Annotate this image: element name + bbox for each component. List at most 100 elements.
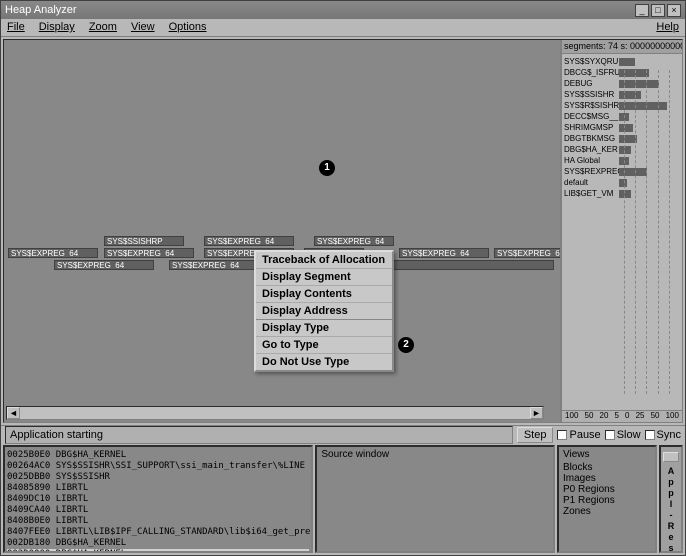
main-area: 1 SYS$SSISHRPSYS$EXPREG_64SYS$EXPREG_64S… bbox=[3, 39, 683, 423]
ctx-traceback[interactable]: Traceback of Allocation bbox=[256, 252, 392, 269]
view-item[interactable]: Blocks bbox=[563, 462, 651, 473]
vertical-tab-letter: - bbox=[670, 510, 673, 520]
traceback-row[interactable]: 8409CA40 LIBRTL bbox=[7, 505, 309, 516]
segment-label: SYS$SYXQRU bbox=[564, 57, 619, 66]
tab-btn-1[interactable] bbox=[663, 452, 679, 462]
slow-label: Slow bbox=[617, 429, 641, 441]
scale-tick: 50 bbox=[651, 411, 660, 422]
segment-label: DEBUG bbox=[564, 79, 619, 88]
heap-block[interactable]: SYS$EXPREG_64 bbox=[54, 260, 154, 270]
view-item[interactable]: Images bbox=[563, 473, 651, 484]
vertical-tab-letter: R bbox=[668, 521, 675, 531]
vertical-tab-letter: A bbox=[668, 466, 675, 476]
heap-canvas[interactable]: 1 SYS$SSISHRP SYS$EXPREG_64 SYS$EXPREG_64 S… bbox=[4, 40, 562, 422]
segments-scale: 1005020502550100 bbox=[562, 410, 682, 422]
ctx-go-to-type[interactable]: Go to Type 2 bbox=[256, 337, 392, 354]
segment-label: SYS$R$SISHRP bbox=[564, 101, 619, 110]
scale-tick: 0 bbox=[625, 411, 629, 422]
scroll-left-icon[interactable]: ◄ bbox=[7, 407, 20, 419]
scale-tick: 5 bbox=[615, 411, 619, 422]
ctx-display-type[interactable]: Display Type bbox=[256, 320, 392, 337]
ctx-display-segment[interactable]: Display Segment bbox=[256, 269, 392, 286]
segment-label: HA Global bbox=[564, 156, 619, 165]
segments-count: segments: 74 bbox=[564, 41, 618, 51]
segment-bar bbox=[619, 58, 635, 66]
segment-label: DECC$MSG__ bbox=[564, 112, 619, 121]
scale-tick: 100 bbox=[565, 411, 578, 422]
segment-label: SYS$REXPREG bbox=[564, 167, 619, 176]
heap-block[interactable]: SYS$EXPREG_64 bbox=[314, 236, 394, 246]
scale-tick: 25 bbox=[636, 411, 645, 422]
canvas-horizontal-scrollbar[interactable]: ◄ ► bbox=[6, 406, 544, 420]
segments-list[interactable]: SYS$SYXQRU DBCG$_ISFRU DEBUG SYS$SSISHR SYS$… bbox=[562, 54, 682, 410]
menubar: File Display Zoom View Options Help bbox=[1, 19, 685, 37]
vertical-tab-letter: s bbox=[668, 543, 673, 553]
context-menu: Traceback of Allocation Display Segment … bbox=[254, 250, 394, 372]
status-text: Application starting bbox=[5, 426, 513, 444]
callout-one: 1 bbox=[319, 160, 335, 176]
view-item[interactable]: P0 Regions bbox=[563, 484, 651, 495]
main-window: Heap Analyzer _ □ × File Display Zoom Vi… bbox=[0, 0, 686, 556]
close-button[interactable]: × bbox=[667, 4, 681, 17]
menu-file[interactable]: File bbox=[7, 21, 25, 34]
traceback-row[interactable]: 002D0000 DBG$HA_KERNEL bbox=[7, 549, 309, 553]
step-button[interactable]: Step bbox=[517, 427, 554, 443]
menu-options[interactable]: Options bbox=[169, 21, 207, 34]
segment-row[interactable]: SYS$SYXQRU bbox=[564, 56, 680, 67]
source-header: Source window bbox=[317, 447, 553, 462]
segment-label: DBGTBKMSG bbox=[564, 134, 619, 143]
traceback-row[interactable]: 002DB180 DBG$HA_KERNEL bbox=[7, 538, 309, 549]
views-title: Views bbox=[563, 449, 651, 460]
minimize-button[interactable]: _ bbox=[635, 4, 649, 17]
ctx-display-address[interactable]: Display Address bbox=[256, 303, 392, 320]
heap-block[interactable]: SYS$EXPREG_64 bbox=[399, 248, 489, 258]
views-pane[interactable]: Views BlocksImagesP0 RegionsP1 RegionsZo… bbox=[557, 445, 657, 553]
slow-checkbox[interactable]: Slow bbox=[605, 429, 641, 441]
segment-label: DBG$HA_KER bbox=[564, 145, 619, 154]
status-row: Application starting Step Pause Slow Syn… bbox=[1, 425, 685, 443]
traceback-row[interactable]: 8407FEE0 LIBRTL\LIB$IPF_CALLING_STANDARD… bbox=[7, 527, 309, 538]
ctx-go-to-type-label: Go to Type bbox=[262, 339, 319, 351]
scale-tick: 100 bbox=[666, 411, 679, 422]
segment-label: SYS$SSISHR bbox=[564, 90, 619, 99]
view-item[interactable]: P1 Regions bbox=[563, 495, 651, 506]
scroll-right-icon[interactable]: ► bbox=[530, 407, 543, 419]
menu-zoom[interactable]: Zoom bbox=[89, 21, 117, 34]
traceback-row[interactable]: 84085890 LIBRTL bbox=[7, 483, 309, 494]
callout-two: 2 bbox=[398, 337, 414, 353]
traceback-row[interactable]: 0025DBB0 SYS$SSISHR bbox=[7, 472, 309, 483]
traceback-row[interactable]: 8409DC10 LIBRTL bbox=[7, 494, 309, 505]
menu-help[interactable]: Help bbox=[656, 21, 679, 34]
sync-label: Sync bbox=[657, 429, 681, 441]
heap-block[interactable]: SYS$SSISHRP bbox=[104, 236, 184, 246]
segment-label: SHRIMGMSP bbox=[564, 123, 619, 132]
segments-header: segments: 74 s: 0000000000050B100 bbox=[562, 40, 682, 54]
traceback-row[interactable]: 8408B0E0 LIBRTL bbox=[7, 516, 309, 527]
heap-block[interactable]: SYS$EXPREG_64 bbox=[494, 248, 562, 258]
traceback-row[interactable]: 00264AC0 SYS$SSISHR\SSI_SUPPORT\ssi_main… bbox=[7, 461, 309, 472]
vertical-tab-letter: p bbox=[668, 477, 674, 487]
scale-tick: 50 bbox=[585, 411, 594, 422]
view-item[interactable]: Zones bbox=[563, 506, 651, 517]
traceback-rows[interactable]: 0025B0E0 DBG$HA_KERNEL00264AC0 SYS$SSISH… bbox=[5, 449, 311, 553]
menu-view[interactable]: View bbox=[131, 21, 155, 34]
traceback-row[interactable]: 0025B0E0 DBG$HA_KERNEL bbox=[7, 450, 309, 461]
menu-display[interactable]: Display bbox=[39, 21, 75, 34]
window-title: Heap Analyzer bbox=[5, 4, 77, 16]
traceback-pane[interactable]: Traceback: 5: 000000008032600-00000040-0… bbox=[3, 445, 313, 553]
heap-block[interactable]: SYS$EXPREG_64 bbox=[8, 248, 98, 258]
segment-label: DBCG$_ISFRU bbox=[564, 68, 619, 77]
vertical-tab-letter: l bbox=[670, 499, 673, 509]
ctx-do-not-use-type[interactable]: Do Not Use Type bbox=[256, 354, 392, 370]
vertical-tab-letter: p bbox=[668, 488, 674, 498]
heap-block[interactable]: SYS$EXPREG_64 bbox=[204, 236, 294, 246]
sync-checkbox[interactable]: Sync bbox=[645, 429, 681, 441]
source-pane[interactable]: Source window bbox=[315, 445, 555, 553]
maximize-button[interactable]: □ bbox=[651, 4, 665, 17]
right-tabs[interactable]: Appl-Reset bbox=[659, 445, 683, 553]
ctx-display-contents[interactable]: Display Contents bbox=[256, 286, 392, 303]
vertical-tab-letter: e bbox=[668, 532, 673, 542]
pause-checkbox[interactable]: Pause bbox=[557, 429, 600, 441]
heap-block[interactable]: SYS$EXPREG_64 bbox=[104, 248, 194, 258]
segments-range: s: 0000000000050B100 bbox=[621, 41, 682, 51]
